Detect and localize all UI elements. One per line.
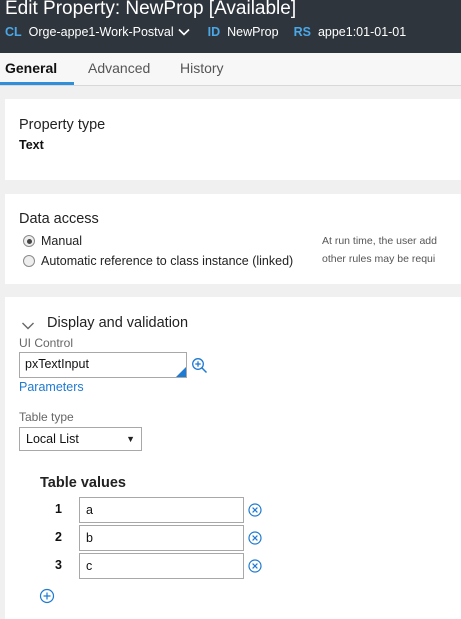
rule-meta: CL Orge-appe1-Work-Postval ID NewProp RS… — [5, 23, 406, 41]
remove-circle-icon[interactable] — [248, 503, 262, 517]
display-validation-heading: Display and validation — [47, 315, 189, 331]
zoom-in-icon[interactable] — [191, 357, 208, 374]
display-validation-section: Display and validation UI Control pxText… — [5, 297, 461, 619]
class-key-label: CL — [5, 25, 22, 39]
ui-control-label: UI Control — [19, 336, 74, 350]
radio-manual-label: Manual — [41, 234, 82, 248]
table-values-heading: Table values — [40, 475, 126, 491]
table-value-input[interactable]: c — [79, 553, 244, 579]
tab-advanced[interactable]: Advanced — [88, 60, 150, 76]
radio-button-checked[interactable] — [23, 235, 35, 247]
chevron-down-icon[interactable] — [21, 319, 35, 333]
ui-control-input[interactable]: pxTextInput — [19, 352, 187, 378]
tab-general[interactable]: General — [5, 60, 57, 76]
hint-line-1: At run time, the user add — [322, 235, 437, 247]
row-index: 3 — [55, 558, 62, 572]
table-value-row: 1 a — [5, 497, 305, 523]
row-index: 2 — [55, 530, 62, 544]
active-tab-indicator — [0, 82, 74, 85]
data-access-heading: Data access — [19, 211, 99, 227]
remove-circle-icon[interactable] — [248, 559, 262, 573]
parameters-link[interactable]: Parameters — [19, 380, 84, 394]
radio-button[interactable] — [23, 255, 35, 267]
table-type-value: Local List — [26, 432, 79, 446]
rs-key-label: RS — [293, 25, 311, 39]
row-index: 1 — [55, 502, 62, 516]
property-type-section: Property type Text — [5, 99, 461, 180]
table-value-row: 3 c — [5, 553, 305, 579]
chevron-down-icon[interactable] — [177, 25, 191, 39]
rs-value: appe1:01-01-01 — [317, 25, 407, 39]
radio-automatic-label: Automatic reference to class instance (l… — [41, 254, 294, 268]
table-value-row: 2 b — [5, 525, 305, 551]
table-value-input[interactable]: b — [79, 525, 244, 551]
property-type-value: Text — [19, 138, 44, 152]
page-title: Edit Property: NewProp [Available] — [5, 0, 297, 19]
hint-line-2: other rules may be requi — [322, 253, 436, 265]
table-type-label: Table type — [19, 410, 74, 424]
radio-automatic[interactable]: Automatic reference to class instance (l… — [23, 254, 293, 268]
header-bar: Edit Property: NewProp [Available] CL Or… — [0, 0, 461, 53]
property-type-heading: Property type — [19, 117, 106, 133]
table-value-input[interactable]: a — [79, 497, 244, 523]
add-circle-icon[interactable] — [39, 588, 55, 604]
table-type-select[interactable]: Local List ▼ — [19, 427, 142, 451]
tab-history[interactable]: History — [180, 60, 224, 76]
class-value[interactable]: Orge-appe1-Work-Postval — [29, 25, 174, 39]
id-value: NewProp — [227, 25, 279, 39]
dropdown-caret-icon: ▼ — [126, 434, 135, 444]
data-access-section: Data access Manual Automatic reference t… — [5, 194, 461, 284]
autocomplete-corner — [176, 367, 186, 377]
ui-control-value: pxTextInput — [25, 357, 89, 371]
id-key-label: ID — [207, 25, 221, 39]
radio-manual[interactable]: Manual — [23, 234, 82, 248]
remove-circle-icon[interactable] — [248, 531, 262, 545]
tab-bar: General Advanced History — [0, 53, 461, 86]
